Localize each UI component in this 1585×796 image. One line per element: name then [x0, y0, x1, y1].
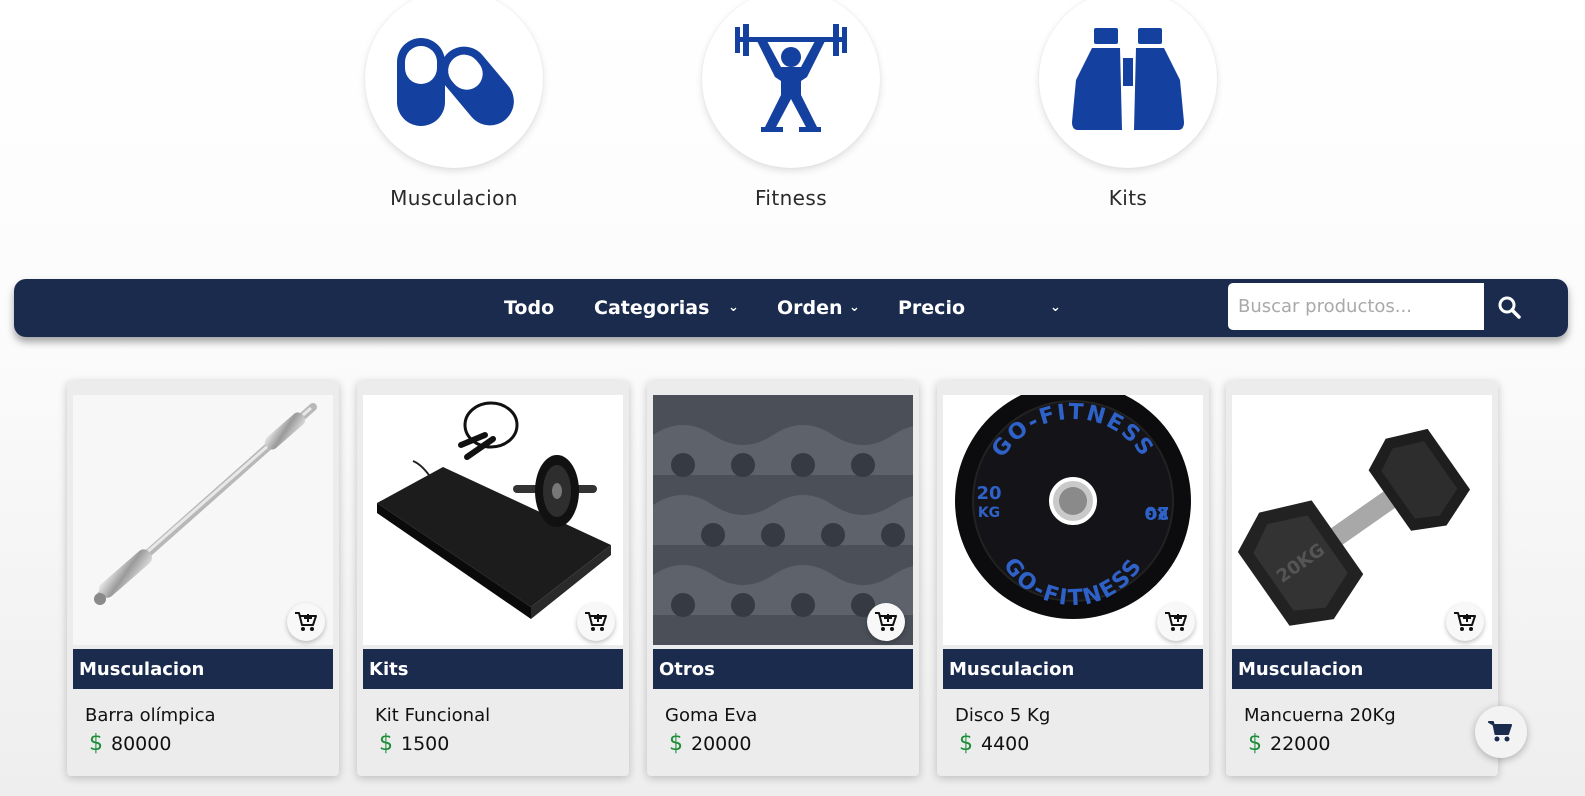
dollar-icon: $ [89, 731, 103, 756]
product-name: Kit Funcional [375, 705, 491, 726]
product-price-value: 80000 [111, 733, 172, 755]
product-card[interactable]: Otros Goma Eva $ 20000 [647, 381, 919, 776]
product-price: $ 22000 [1248, 731, 1330, 756]
weightlifter-icon [735, 24, 847, 132]
add-cart-icon [1454, 612, 1476, 631]
category-circle [702, 0, 880, 168]
product-category: Otros [653, 649, 913, 689]
product-price: $ 1500 [379, 731, 449, 756]
plate-weight-left: 20 [976, 483, 1001, 504]
dollar-icon: $ [669, 731, 683, 756]
product-category: Kits [363, 649, 623, 689]
add-to-cart-button[interactable] [287, 603, 325, 641]
chevron-down-icon: ⌄ [728, 300, 739, 315]
add-to-cart-button[interactable] [1157, 603, 1195, 641]
product-price-value: 22000 [1270, 733, 1331, 755]
product-price: $ 20000 [669, 731, 751, 756]
product-price: $ 80000 [89, 731, 171, 756]
dollar-icon: $ [959, 731, 973, 756]
add-to-cart-button[interactable] [867, 603, 905, 641]
cart-icon [1488, 721, 1512, 742]
filter-bar: Todo Categorias ⌄ Orden ⌄ Precio ⌄ [14, 279, 1568, 337]
product-price-value: 1500 [401, 733, 450, 755]
filter-orden-label: Orden [777, 297, 843, 319]
binoculars-icon [1072, 28, 1184, 130]
product-price-value: 4400 [981, 733, 1030, 755]
product-name: Mancuerna 20Kg [1244, 705, 1396, 726]
category-circle [1039, 0, 1217, 168]
add-to-cart-button[interactable] [577, 603, 615, 641]
category-kits[interactable]: Kits [1008, 0, 1248, 215]
category-fitness[interactable]: Fitness [671, 0, 911, 215]
add-cart-icon [875, 612, 897, 631]
add-cart-icon [585, 612, 607, 631]
product-name: Barra olímpica [85, 705, 216, 726]
floating-cart-button[interactable] [1475, 706, 1527, 758]
category-circle [365, 0, 543, 168]
product-card[interactable]: Kits Kit Funcional $ 1500 [357, 381, 629, 776]
product-category: Musculacion [73, 649, 333, 689]
pills-icon [397, 38, 514, 126]
category-musculacion[interactable]: Musculacion [334, 0, 574, 215]
product-name: Disco 5 Kg [955, 705, 1051, 726]
add-to-cart-button[interactable] [1446, 603, 1484, 641]
category-label: Musculacion [390, 186, 518, 210]
dollar-icon: $ [1248, 731, 1262, 756]
product-card[interactable]: 20KG Musculacion Mancuerna 20Kg $ 22000 [1226, 381, 1498, 776]
filter-precio-label: Precio [898, 297, 966, 319]
search-button[interactable] [1484, 283, 1534, 330]
product-card[interactable]: GO-FITNESS GO-FITNESS 20 KG 20 KG Muscul… [937, 381, 1209, 776]
add-cart-icon [295, 612, 317, 631]
plate-unit-right: KG [1146, 505, 1168, 521]
category-label: Fitness [754, 186, 828, 210]
product-card[interactable]: Musculacion Barra olímpica $ 80000 [67, 381, 339, 776]
search-icon [1498, 296, 1521, 319]
dollar-icon: $ [379, 731, 393, 756]
chevron-down-icon: ⌄ [1050, 300, 1061, 315]
filter-precio-dropdown[interactable]: Precio ⌄ [898, 279, 1078, 337]
product-name: Goma Eva [665, 705, 758, 726]
filter-categorias-label: Categorias [594, 297, 710, 319]
category-label: Kits [1108, 186, 1148, 210]
chevron-down-icon: ⌄ [849, 300, 860, 315]
product-price-value: 20000 [691, 733, 752, 755]
search-input[interactable] [1228, 283, 1484, 330]
product-category: Musculacion [1232, 649, 1492, 689]
filter-todo[interactable]: Todo [504, 279, 554, 337]
product-price: $ 4400 [959, 731, 1029, 756]
plate-unit-left: KG [978, 505, 1000, 521]
add-cart-icon [1165, 612, 1187, 631]
filter-categorias-dropdown[interactable]: Categorias ⌄ [594, 279, 754, 337]
product-category: Musculacion [943, 649, 1203, 689]
filter-orden-dropdown[interactable]: Orden ⌄ [777, 279, 887, 337]
filter-todo-label: Todo [504, 297, 555, 319]
